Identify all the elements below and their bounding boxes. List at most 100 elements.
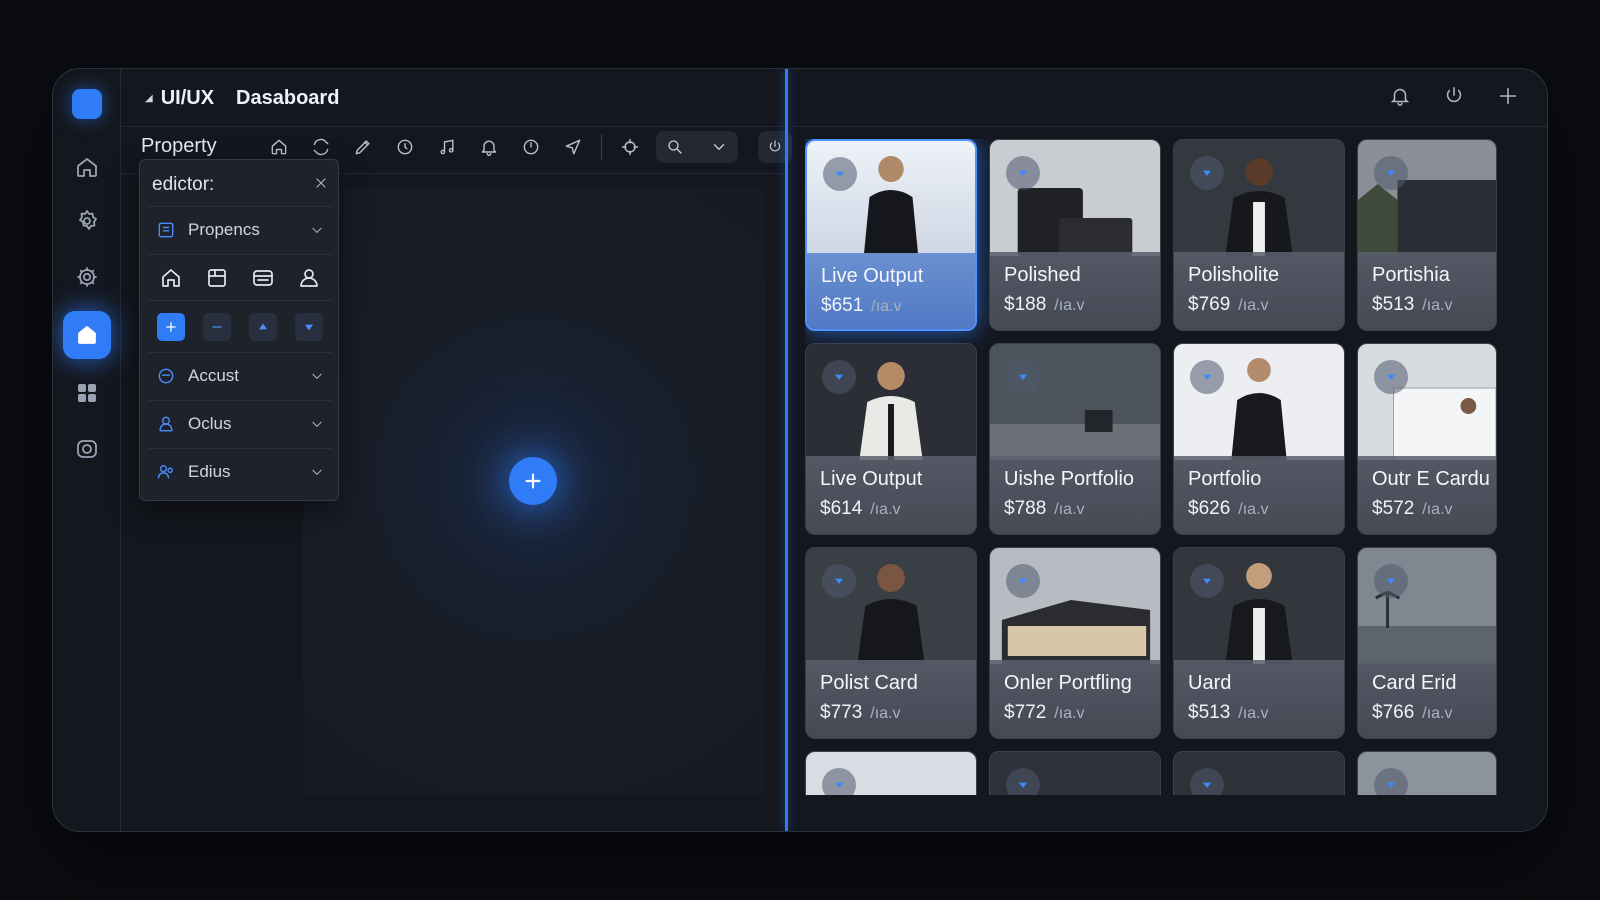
camera-icon[interactable] [65,427,109,471]
product-card[interactable]: Uard $513/ıa.v [1173,547,1345,739]
price-unit: /ıa.v [870,501,901,518]
editor-step-row [148,300,332,352]
card-price: $773/ıa.v [820,702,901,724]
toolbar-divider [601,134,602,160]
product-card[interactable]: Live Output $614/ıa.v [805,343,977,535]
price-value: $614 [820,498,863,519]
select-toggle-icon[interactable] [1006,156,1040,190]
product-card[interactable]: Outr E Cardu $572/ıa.v [1357,343,1497,535]
clock-alt-icon[interactable] [515,131,547,163]
product-card[interactable] [1173,751,1345,795]
close-icon[interactable] [314,176,328,195]
product-card[interactable]: Uishe Portfolio $788/ıa.v [989,343,1161,535]
select-toggle-icon[interactable] [823,157,857,191]
caret-icon[interactable]: ◢ [145,93,153,104]
plus-icon [525,473,541,489]
price-value: $766 [1372,702,1415,723]
product-card[interactable]: Live Output $651/ıa.v [805,139,977,331]
product-card[interactable] [989,751,1161,795]
select-toggle-icon[interactable] [1190,564,1224,598]
editor-row-edius[interactable]: Edius [148,448,332,494]
card-price: $651/ıa.v [821,295,902,317]
select-toggle-icon[interactable] [1190,360,1224,394]
product-card[interactable]: Onler Portfling $772/ıa.v [989,547,1161,739]
plus-icon[interactable] [1495,83,1521,109]
price-unit: /ıa.v [1422,297,1453,314]
browser-icon[interactable] [251,266,275,290]
target-icon[interactable] [614,131,646,163]
remove-step-button[interactable] [203,312,231,341]
dashboard-home-icon[interactable] [63,311,111,359]
bell-icon[interactable] [473,131,505,163]
grid-icon[interactable] [65,371,109,415]
editor-row-oclus[interactable]: Oclus [148,400,332,446]
home-icon[interactable] [159,266,183,290]
clock-icon[interactable] [389,131,421,163]
app-window: ◢ UI/UX Dasaboard Property edictor: Prop… [52,68,1548,832]
price-unit: /ıa.v [1422,705,1453,722]
product-card[interactable] [1357,751,1497,795]
home-icon[interactable] [65,145,109,189]
account-icon [158,368,174,383]
music-icon[interactable] [431,131,463,163]
select-toggle-icon[interactable] [1374,156,1408,190]
editor-title: edictor: [152,174,215,195]
select-toggle-icon[interactable] [822,564,856,598]
move-down-button[interactable] [295,312,323,341]
product-card[interactable]: Polished $188/ıa.v [989,139,1161,331]
breadcrumb-uiux[interactable]: UI/UX [161,87,214,110]
select-toggle-icon[interactable] [1006,360,1040,394]
document-icon [158,222,174,237]
select-toggle-icon[interactable] [822,768,856,795]
card-price: $614/ıa.v [820,498,901,520]
select-toggle-icon[interactable] [1190,768,1224,795]
add-step-button[interactable] [157,312,185,341]
editor-row-accust[interactable]: Accust [148,352,332,398]
card-grid: Live Output $651/ıa.v Polished $188/ıa.v… [805,139,1547,795]
price-unit: /ıa.v [1054,297,1085,314]
editor-row-propencs[interactable]: Propencs [148,206,332,252]
product-card[interactable]: Card Erid $766/ıa.v [1357,547,1497,739]
card-name: Polist Card [820,672,918,694]
app-logo[interactable] [72,89,102,119]
chevron-down-icon [312,421,322,427]
search-dropdown[interactable] [656,131,738,163]
product-card[interactable]: Portishia $513/ıa.v [1357,139,1497,331]
product-card[interactable]: Polisholite $769/ıa.v [1173,139,1345,331]
select-toggle-icon[interactable] [1190,156,1224,190]
product-card[interactable]: Polist Card $773/ıa.v [805,547,977,739]
send-icon[interactable] [557,131,589,163]
power-icon[interactable] [1441,83,1467,109]
select-toggle-icon[interactable] [1006,564,1040,598]
editor-row-label: Propencs [188,219,260,239]
price-value: $513 [1188,702,1231,723]
card-image [1358,548,1496,664]
card-name: Portishia [1372,264,1450,286]
price-value: $788 [1004,498,1047,519]
chevron-down-icon [713,144,725,151]
settings-icon[interactable] [65,199,109,243]
user-icon[interactable] [297,266,321,290]
breadcrumb: ◢ UI/UX Dasaboard [145,83,339,113]
select-toggle-icon[interactable] [1374,360,1408,394]
select-toggle-icon[interactable] [822,360,856,394]
product-card[interactable] [805,751,977,795]
gear-icon[interactable] [65,255,109,299]
price-value: $188 [1004,294,1047,315]
card-price: $572/ıa.v [1372,498,1453,520]
search-icon [668,140,682,154]
panel-divider[interactable] [785,69,788,831]
select-toggle-icon[interactable] [1374,768,1408,795]
breadcrumb-dashboard[interactable]: Dasaboard [236,87,339,110]
bell-icon[interactable] [1387,83,1413,109]
select-toggle-icon[interactable] [1006,768,1040,795]
pen-icon[interactable] [347,131,379,163]
layout-icon[interactable] [205,266,229,290]
select-toggle-icon[interactable] [1374,564,1408,598]
price-value: $651 [821,295,864,316]
editor-row-label: Edius [188,461,231,481]
product-card[interactable]: Portfolio $626/ıa.v [1173,343,1345,535]
move-up-button[interactable] [249,312,277,341]
price-unit: /ıa.v [1238,297,1269,314]
add-button[interactable] [509,457,557,505]
